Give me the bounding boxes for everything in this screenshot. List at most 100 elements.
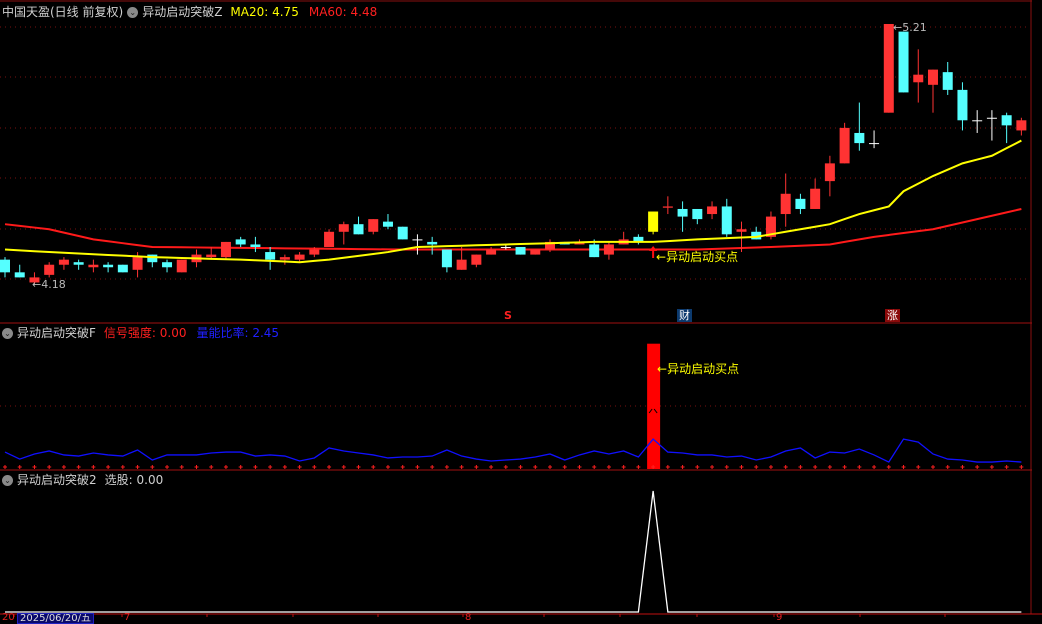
candle bbox=[721, 198, 732, 237]
event-marker-rise[interactable]: 涨 bbox=[885, 309, 900, 322]
stock-title: 中国天盈(日线 前复权) bbox=[2, 5, 124, 19]
candle-body bbox=[1001, 115, 1012, 126]
candle bbox=[854, 102, 865, 151]
zero-dot bbox=[47, 465, 52, 469]
buy-point-text: 异动启动买点 bbox=[666, 250, 739, 264]
zero-dot bbox=[32, 465, 37, 469]
buy-point-label-f: ←异动启动买点 bbox=[657, 360, 739, 377]
indicator-menu-icon[interactable]: ⌄ bbox=[2, 327, 13, 339]
candle-body bbox=[795, 198, 806, 209]
zero-dot bbox=[135, 465, 140, 469]
grid-lines bbox=[0, 26, 1030, 407]
zero-dot bbox=[165, 465, 170, 469]
zero-dot bbox=[621, 465, 626, 469]
candle bbox=[692, 208, 703, 225]
candle bbox=[1016, 117, 1027, 136]
candle bbox=[810, 178, 821, 209]
low-price-value: 4.18 bbox=[41, 278, 66, 291]
arrow-left-icon: ← bbox=[32, 278, 42, 291]
zero-dot bbox=[827, 465, 832, 469]
candle-body bbox=[0, 259, 10, 273]
candle-body bbox=[427, 241, 438, 245]
candle-body bbox=[206, 254, 217, 258]
zero-dot bbox=[400, 465, 405, 469]
candle-body bbox=[14, 272, 25, 278]
candle-body bbox=[456, 259, 467, 270]
candle-body bbox=[1016, 120, 1027, 131]
candle-body bbox=[707, 206, 718, 215]
candle-body bbox=[88, 264, 99, 268]
candle-body bbox=[869, 143, 880, 145]
zero-dot bbox=[710, 465, 715, 469]
candle bbox=[279, 254, 290, 265]
indicator-name-f[interactable]: 异动启动突破F bbox=[17, 325, 96, 341]
indicator-name-z[interactable]: 异动启动突破Z bbox=[142, 4, 222, 20]
zero-dot bbox=[268, 465, 273, 469]
candle bbox=[972, 110, 983, 133]
candle bbox=[265, 246, 276, 270]
indicator-menu-icon[interactable]: ⌄ bbox=[2, 474, 13, 486]
axis-cursor-date: 2025/06/20/五 bbox=[17, 613, 95, 624]
candle-body bbox=[883, 24, 894, 113]
candle-body bbox=[117, 264, 128, 273]
zero-dot bbox=[415, 465, 420, 469]
candle-body bbox=[235, 239, 246, 245]
candle-body bbox=[471, 254, 482, 265]
candle-body bbox=[73, 262, 84, 265]
zero-dot bbox=[209, 465, 214, 469]
zero-dot bbox=[533, 465, 538, 469]
zero-dot bbox=[91, 465, 96, 469]
candle-body bbox=[147, 254, 158, 263]
indicator-name-2[interactable]: 异动启动突破2 bbox=[17, 472, 97, 488]
candle bbox=[176, 259, 187, 273]
zero-dot bbox=[282, 465, 287, 469]
indicator-2-header: ⌄ 异动启动突破2 选股: 0.00 bbox=[2, 472, 163, 488]
candle-body bbox=[854, 132, 865, 144]
candle bbox=[869, 130, 880, 149]
zero-dot bbox=[194, 465, 199, 469]
event-marker-s[interactable]: S bbox=[502, 309, 514, 322]
candle-body bbox=[176, 259, 187, 273]
zero-dot bbox=[253, 465, 258, 469]
zero-dot bbox=[665, 465, 670, 469]
event-marker-finance[interactable]: 财 bbox=[677, 309, 692, 322]
zero-dot bbox=[945, 465, 950, 469]
zero-dot bbox=[857, 465, 862, 469]
candle bbox=[103, 262, 114, 273]
candle-body bbox=[810, 188, 821, 209]
zero-dot bbox=[592, 465, 597, 469]
zero-dot bbox=[76, 465, 81, 469]
zero-dot bbox=[150, 465, 155, 469]
arrow-left-icon: ← bbox=[656, 250, 667, 264]
indicator-2-layer bbox=[5, 490, 1022, 613]
candle-body bbox=[692, 208, 703, 220]
candle bbox=[486, 246, 497, 255]
candle bbox=[633, 234, 644, 245]
candle-body bbox=[324, 231, 335, 247]
candle bbox=[14, 264, 25, 278]
zero-dot bbox=[17, 465, 22, 469]
candle bbox=[942, 62, 953, 95]
select-signal-line bbox=[5, 490, 1022, 613]
zero-dot bbox=[503, 465, 508, 469]
candle-body bbox=[589, 244, 600, 258]
candle bbox=[117, 264, 128, 273]
zero-dot bbox=[106, 465, 111, 469]
candle-body bbox=[942, 72, 953, 90]
zero-dot bbox=[636, 465, 641, 469]
candle-body bbox=[279, 257, 290, 260]
candle bbox=[220, 241, 231, 260]
candle-body bbox=[132, 257, 143, 270]
candle bbox=[677, 201, 688, 232]
candle-body bbox=[397, 226, 408, 240]
zero-dot bbox=[371, 465, 376, 469]
buy-point-text: 异动启动买点 bbox=[667, 362, 740, 376]
candle bbox=[471, 254, 482, 268]
zero-dot bbox=[120, 465, 125, 469]
zero-dot bbox=[327, 465, 332, 469]
candle bbox=[368, 219, 379, 235]
indicator-f-header: ⌄ 异动启动突破F 信号强度: 0.00 量能比率: 2.45 bbox=[2, 325, 279, 341]
volume-ratio-line bbox=[4, 438, 1022, 463]
ma20-line bbox=[4, 139, 1022, 264]
indicator-menu-icon[interactable]: ⌄ bbox=[127, 6, 139, 18]
